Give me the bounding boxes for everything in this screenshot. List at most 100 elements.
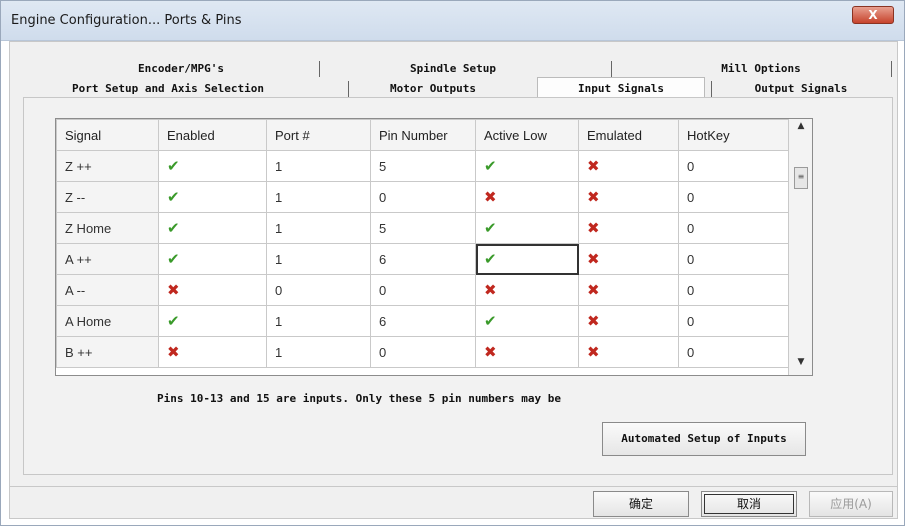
engine-config-window: Engine Configuration... Ports & Pins X E… xyxy=(0,0,905,526)
cell-port[interactable]: 1 xyxy=(266,212,371,244)
cell-enabled[interactable]: ✔ xyxy=(158,150,267,182)
green-check-icon: ✔ xyxy=(167,312,180,330)
cell-enabled[interactable]: ✔ xyxy=(158,181,267,213)
tab-input-signals[interactable]: Input Signals xyxy=(537,77,705,99)
cell-port[interactable]: 1 xyxy=(266,181,371,213)
cell-active-low[interactable]: ✖ xyxy=(475,274,579,306)
column-header-hotkey[interactable]: HotKey xyxy=(678,119,789,151)
cell-hotkey[interactable]: 0 xyxy=(678,305,789,337)
column-header-enabled[interactable]: Enabled xyxy=(158,119,267,151)
scroll-up-arrow-icon[interactable]: ▲ xyxy=(793,121,809,135)
table-row[interactable]: B ++ ✖ 1 0 ✖ ✖ 0 xyxy=(56,336,789,368)
cell-signal[interactable]: Z ++ xyxy=(56,150,159,182)
table-row[interactable]: Z ++ ✔ 1 5 ✔ ✖ 0 xyxy=(56,150,789,182)
cell-signal[interactable]: B ++ xyxy=(56,336,159,368)
cell-port[interactable]: 1 xyxy=(266,150,371,182)
tab-encoder-mpgs[interactable]: Encoder/MPG's xyxy=(111,59,251,79)
tab-spindle-setup[interactable]: Spindle Setup xyxy=(383,59,523,79)
table-row[interactable]: Z Home ✔ 1 5 ✔ ✖ 0 xyxy=(56,212,789,244)
column-header-signal[interactable]: Signal xyxy=(56,119,159,151)
grid-vertical-scrollbar[interactable]: ▲ ≡ ▼ xyxy=(788,119,812,375)
cell-hotkey[interactable]: 0 xyxy=(678,150,789,182)
scroll-down-arrow-icon[interactable]: ▼ xyxy=(793,357,809,371)
cell-pin-number[interactable]: 0 xyxy=(370,274,476,306)
cell-active-low[interactable]: ✔ xyxy=(475,212,579,244)
cell-hotkey[interactable]: 0 xyxy=(678,212,789,244)
tab-output-signals[interactable]: Output Signals xyxy=(739,79,863,99)
cell-emulated[interactable]: ✖ xyxy=(578,336,679,368)
cell-signal[interactable]: A Home xyxy=(56,305,159,337)
cell-emulated[interactable]: ✖ xyxy=(578,212,679,244)
ok-button[interactable]: 确定 xyxy=(593,491,689,517)
tab-port-setup[interactable]: Port Setup and Axis Selection xyxy=(53,79,283,99)
table-row[interactable]: A -- ✖ 0 0 ✖ ✖ 0 xyxy=(56,274,789,306)
cell-active-low[interactable]: ✖ xyxy=(475,181,579,213)
scroll-thumb[interactable]: ≡ xyxy=(794,167,808,189)
table-row[interactable]: Z -- ✔ 1 0 ✖ ✖ 0 xyxy=(56,181,789,213)
table-row[interactable]: A Home ✔ 1 6 ✔ ✖ 0 xyxy=(56,305,789,337)
cell-pin-number[interactable]: 0 xyxy=(370,181,476,213)
cell-active-low[interactable]: ✔ xyxy=(475,243,579,275)
cell-hotkey[interactable]: 0 xyxy=(678,243,789,275)
cell-port[interactable]: 1 xyxy=(266,305,371,337)
cell-active-low[interactable]: ✔ xyxy=(475,305,579,337)
column-header-pin-number[interactable]: Pin Number xyxy=(370,119,476,151)
cell-pin-number[interactable]: 0 xyxy=(370,336,476,368)
cell-enabled[interactable]: ✔ xyxy=(158,212,267,244)
automated-setup-inputs-button[interactable]: Automated Setup of Inputs xyxy=(602,422,806,456)
red-x-icon: ✖ xyxy=(587,219,600,237)
cancel-button[interactable]: 取消 xyxy=(701,491,797,517)
cell-enabled[interactable]: ✖ xyxy=(158,274,267,306)
cell-pin-number[interactable]: 6 xyxy=(370,243,476,275)
cell-enabled[interactable]: ✖ xyxy=(158,336,267,368)
cell-pin-number[interactable]: 5 xyxy=(370,212,476,244)
tab-motor-outputs[interactable]: Motor Outputs xyxy=(373,79,493,99)
cell-signal[interactable]: A ++ xyxy=(56,243,159,275)
red-x-icon: ✖ xyxy=(587,312,600,330)
cell-signal[interactable]: Z -- xyxy=(56,181,159,213)
tab-separator xyxy=(611,61,612,77)
apply-button[interactable]: 应用(A) xyxy=(809,491,893,517)
window-title: Engine Configuration... Ports & Pins xyxy=(11,13,242,28)
cell-signal[interactable]: Z Home xyxy=(56,212,159,244)
tab-row-lower: Port Setup and Axis Selection Motor Outp… xyxy=(23,77,893,99)
cell-emulated[interactable]: ✖ xyxy=(578,181,679,213)
red-x-icon: ✖ xyxy=(587,250,600,268)
cell-port[interactable]: 1 xyxy=(266,243,371,275)
column-header-active-low[interactable]: Active Low xyxy=(475,119,579,151)
red-x-icon: ✖ xyxy=(587,188,600,206)
green-check-icon: ✔ xyxy=(167,188,180,206)
tab-separator xyxy=(348,81,349,97)
cell-emulated[interactable]: ✖ xyxy=(578,274,679,306)
green-check-icon: ✔ xyxy=(167,157,180,175)
signals-table-body: Z ++ ✔ 1 5 ✔ ✖ 0 Z -- ✔ 1 0 ✖ ✖ 0 Z Home ✔ 1 5 ✔ ✖ 0 A ++ ✔ 1 6 ✔… xyxy=(56,150,789,368)
cell-pin-number[interactable]: 5 xyxy=(370,150,476,182)
cell-pin-number[interactable]: 6 xyxy=(370,305,476,337)
green-check-icon: ✔ xyxy=(484,219,497,237)
cell-emulated[interactable]: ✖ xyxy=(578,305,679,337)
cell-active-low[interactable]: ✖ xyxy=(475,336,579,368)
cell-port[interactable]: 1 xyxy=(266,336,371,368)
cell-emulated[interactable]: ✖ xyxy=(578,150,679,182)
tab-mill-options[interactable]: Mill Options xyxy=(701,59,821,79)
green-check-icon: ✔ xyxy=(484,312,497,330)
cell-emulated[interactable]: ✖ xyxy=(578,243,679,275)
close-button[interactable]: X xyxy=(852,6,894,24)
cell-hotkey[interactable]: 0 xyxy=(678,274,789,306)
cell-active-low[interactable]: ✔ xyxy=(475,150,579,182)
cell-port[interactable]: 0 xyxy=(266,274,371,306)
cell-signal[interactable]: A -- xyxy=(56,274,159,306)
cell-enabled[interactable]: ✔ xyxy=(158,305,267,337)
cell-hotkey[interactable]: 0 xyxy=(678,336,789,368)
table-row[interactable]: A ++ ✔ 1 6 ✔ ✖ 0 xyxy=(56,243,789,275)
tab-separator xyxy=(711,81,712,97)
cell-hotkey[interactable]: 0 xyxy=(678,181,789,213)
column-header-emulated[interactable]: Emulated xyxy=(578,119,679,151)
red-x-icon: ✖ xyxy=(167,343,180,361)
green-check-icon: ✔ xyxy=(167,250,180,268)
cell-enabled[interactable]: ✔ xyxy=(158,243,267,275)
divider xyxy=(9,486,898,487)
red-x-icon: ✖ xyxy=(167,281,180,299)
tab-row-upper: Encoder/MPG's Spindle Setup Mill Options xyxy=(23,59,893,79)
column-header-port[interactable]: Port # xyxy=(266,119,371,151)
